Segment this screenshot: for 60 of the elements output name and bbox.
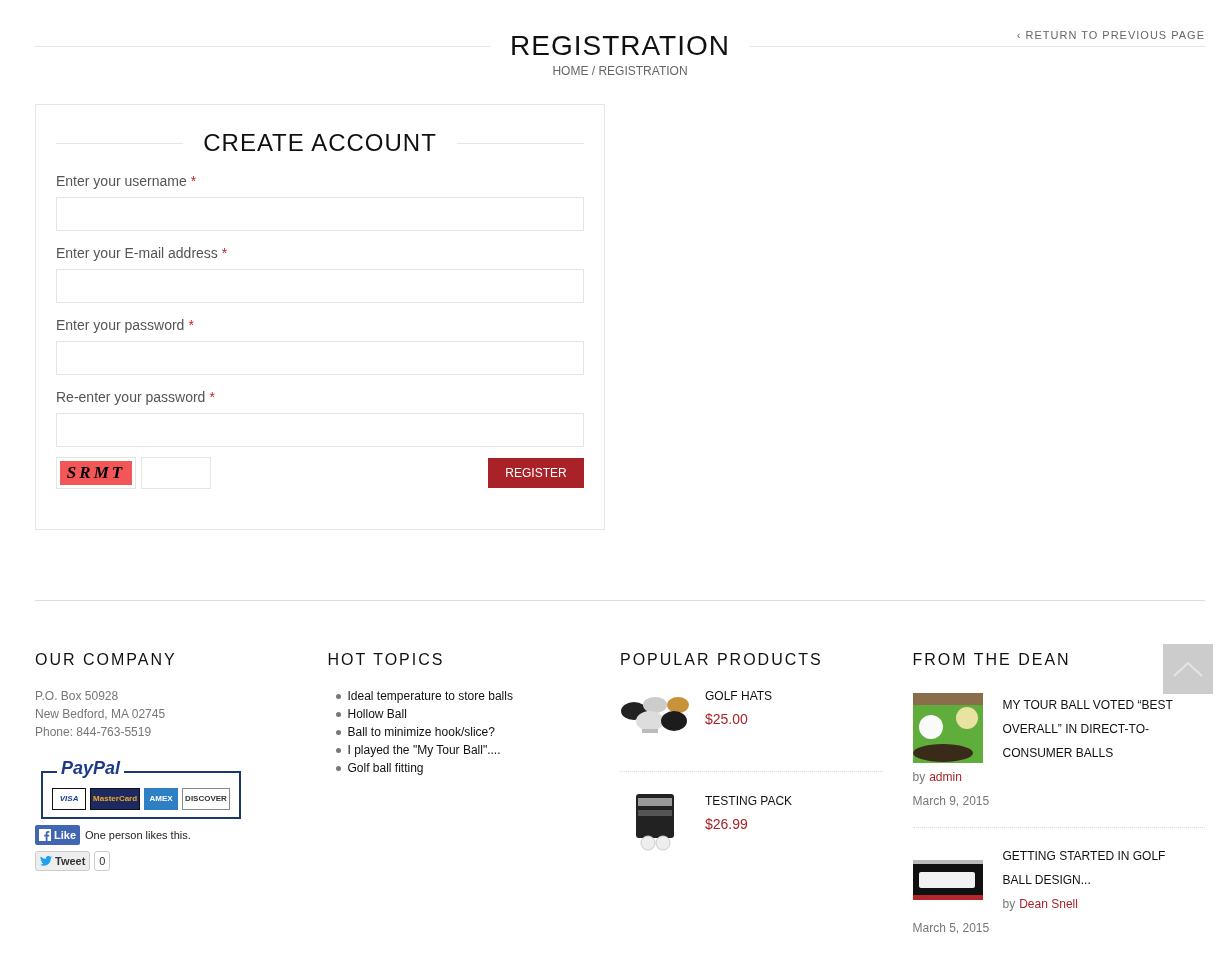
required-mark: *	[209, 388, 215, 407]
page-title: REGISTRATION	[510, 29, 730, 63]
field-label: Enter your password	[56, 316, 185, 335]
topic-link[interactable]: Ball to minimize hook/slice?	[347, 723, 495, 741]
card-logo: DISCOVER	[182, 788, 230, 810]
post-title-link[interactable]: GETTING STARTED IN GOLF BALL DESIGN...	[1002, 844, 1195, 892]
footer-heading: FROM THE DEAN	[912, 650, 1071, 670]
field-label: Re-enter your password	[56, 388, 206, 407]
required-mark: *	[221, 244, 228, 263]
topic-link[interactable]: Golf ball fitting	[347, 759, 424, 777]
footer-heading: OUR COMPANY	[35, 650, 178, 670]
by-label: by	[912, 769, 926, 786]
product-name[interactable]: TESTING PACK	[705, 792, 793, 810]
product-price: $26.99	[705, 815, 749, 834]
form-title: CREATE ACCOUNT	[203, 128, 437, 158]
post-date: March 5, 2015	[912, 920, 991, 937]
tweet-button[interactable]: Tweet	[35, 851, 91, 871]
bullet-icon	[335, 729, 341, 735]
bullet-icon	[335, 747, 341, 753]
like-button[interactable]: Like	[35, 825, 80, 845]
address-line: P.O. Box 50928	[35, 688, 120, 705]
required-mark: *	[188, 316, 194, 335]
captcha-image: SRMT	[56, 457, 136, 489]
input-field[interactable]	[56, 341, 584, 375]
bird-icon	[40, 856, 52, 866]
product-name[interactable]: GOLF HATS	[705, 687, 773, 705]
address-line: Phone: 844-763-5519	[35, 724, 153, 741]
topic-link[interactable]: Ideal temperature to store balls	[347, 687, 513, 705]
by-label: by	[1002, 896, 1016, 913]
topic-link[interactable]: Hollow Ball	[347, 705, 407, 723]
bullet-icon	[335, 765, 341, 771]
input-field[interactable]	[56, 269, 584, 303]
input-field[interactable]	[56, 413, 584, 447]
bullet-icon	[335, 693, 341, 699]
card-logo: VISA	[52, 788, 87, 810]
post-title-link[interactable]: MY TOUR BALL VOTED “BEST OVERALL” IN DIRECT-TO-CONSUMER BALLS	[1002, 693, 1195, 765]
post-date: March 9, 2015	[912, 793, 991, 810]
register-button[interactable]: REGISTER	[488, 458, 584, 488]
input-field[interactable]	[56, 197, 584, 231]
product-price: $25.00	[705, 710, 749, 729]
author-link[interactable]: Dean Snell	[1019, 892, 1078, 916]
bullet-icon	[335, 711, 341, 717]
field-label: Enter your username	[56, 172, 187, 191]
tweet-count: 0	[94, 851, 111, 871]
facebook-icon	[39, 829, 51, 841]
scroll-to-top-button[interactable]	[1163, 644, 1213, 694]
card-logo: MasterCard	[90, 788, 141, 810]
captcha-field[interactable]	[141, 457, 211, 489]
card-logo: AMEX	[144, 788, 179, 810]
like-count-text: One person likes this.	[85, 827, 191, 843]
footer-heading: POPULAR PRODUCTS	[620, 650, 824, 670]
return-link[interactable]: ‹ RETURN TO PREVIOUS PAGE	[1016, 27, 1205, 44]
field-label: Enter your E-mail address	[56, 244, 218, 263]
topic-link[interactable]: I played the "My Tour Ball"....	[347, 741, 501, 759]
chevron-up-icon	[1173, 661, 1203, 677]
footer-heading: HOT TOPICS	[327, 650, 446, 670]
required-mark: *	[190, 172, 197, 191]
breadcrumb: HOME / REGISTRATION	[552, 64, 688, 78]
author-link[interactable]: admin	[929, 765, 962, 789]
address-line: New Bedford, MA 02745	[35, 706, 167, 723]
